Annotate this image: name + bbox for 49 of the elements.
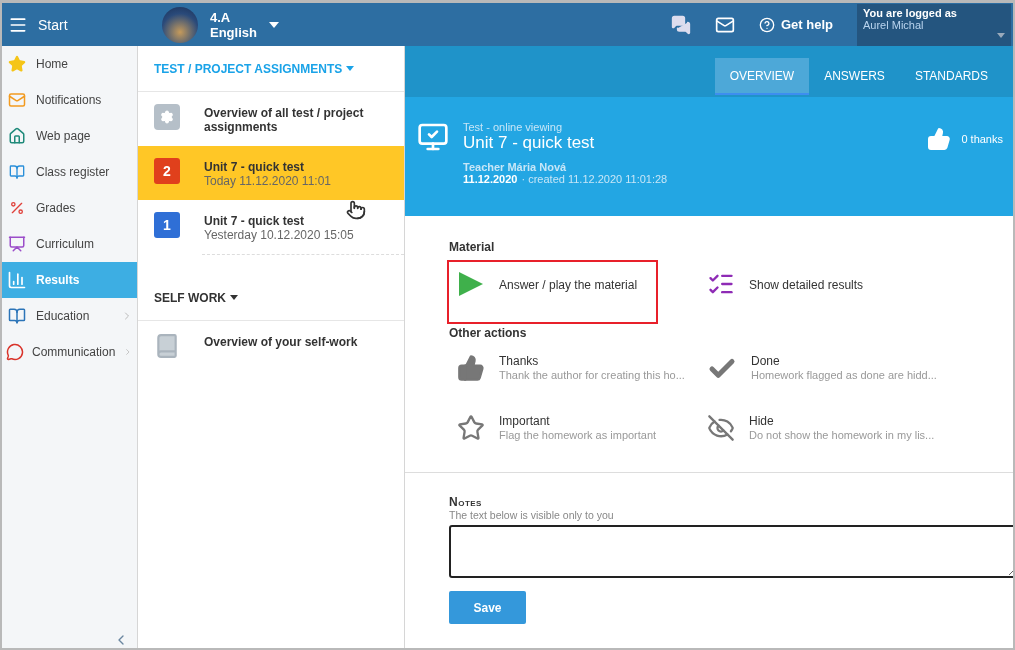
start-menu-button[interactable]: Start (2, 14, 162, 35)
user-menu[interactable]: You are logged as Aurel Michal (857, 3, 1011, 46)
notes-heading: Notes (449, 495, 483, 509)
action-label: Hide (749, 414, 775, 428)
sidebar-item[interactable]: Notifications (2, 82, 137, 118)
action-hint: Homework flagged as done are hidd... (751, 368, 937, 382)
number-badge: 2 (154, 158, 180, 184)
notes-hint: The text below is visible only to you (449, 509, 615, 521)
section-heading: Material (449, 240, 496, 254)
material-action[interactable]: Show detailed results (699, 262, 906, 322)
test-type: Test - online viewing (463, 121, 564, 133)
action-hint: Thank the author for creating this ho... (499, 368, 685, 382)
help-button[interactable]: Get help (759, 16, 833, 33)
action-item[interactable]: Hide Do not show the homework in my lis... (699, 408, 949, 460)
test-date: 11.12.2020 (463, 173, 518, 185)
action-hint: Do not show the homework in my lis... (749, 428, 935, 442)
action-label: Thanks (499, 354, 540, 368)
number-badge: 1 (154, 212, 180, 238)
sidebar-item[interactable]: Education (2, 298, 137, 334)
created-date: · created 11.12.2020 11:01:28 (521, 173, 668, 185)
action-item[interactable]: Thanks Thank the author for creating this ho... (449, 348, 699, 400)
subject-name: English (210, 24, 257, 40)
sidebar-item[interactable]: Curriculum (2, 226, 137, 262)
sidebar-item[interactable]: Class register (2, 154, 137, 190)
sidebar-item[interactable]: Web page (2, 118, 137, 154)
item-title: Overview of your self-work (204, 335, 358, 349)
item-title: Unit 7 - quick test (204, 160, 305, 174)
teacher-name: Teacher Mária Nová (463, 161, 568, 173)
sidebar-item[interactable]: Communication (2, 334, 137, 370)
action-label: Important (499, 414, 551, 428)
item-title: Overview of all test / project assignments (204, 106, 365, 134)
section-heading[interactable]: SELF WORK (154, 290, 226, 305)
class-name: 4.A (210, 9, 232, 25)
action-item[interactable]: Important Flag the homework as important (449, 408, 699, 460)
action-item[interactable]: Done Homework flagged as done are hidd... (699, 348, 949, 400)
action-label: Done (751, 354, 781, 368)
action-hint: Flag the homework as important (499, 428, 657, 442)
sidebar-item[interactable]: Grades (2, 190, 137, 226)
sidebar-item[interactable]: Home (2, 46, 137, 82)
item-date: Yesterday 10.12.2020 15:05 (204, 228, 354, 242)
user-name: Aurel Michal (863, 18, 924, 31)
material-action[interactable]: Answer / play the material (449, 262, 656, 322)
thanks-count: 0 thanks (961, 132, 1003, 145)
section-heading: Other actions (449, 326, 528, 340)
test-title: Unit 7 - quick test (463, 133, 596, 153)
login-label: You are logged as (863, 6, 958, 19)
item-title: Unit 7 - quick test (204, 214, 305, 228)
item-date: Today 11.12.2020 11:01 (204, 174, 331, 188)
class-selector[interactable]: 4.A English (162, 6, 279, 43)
